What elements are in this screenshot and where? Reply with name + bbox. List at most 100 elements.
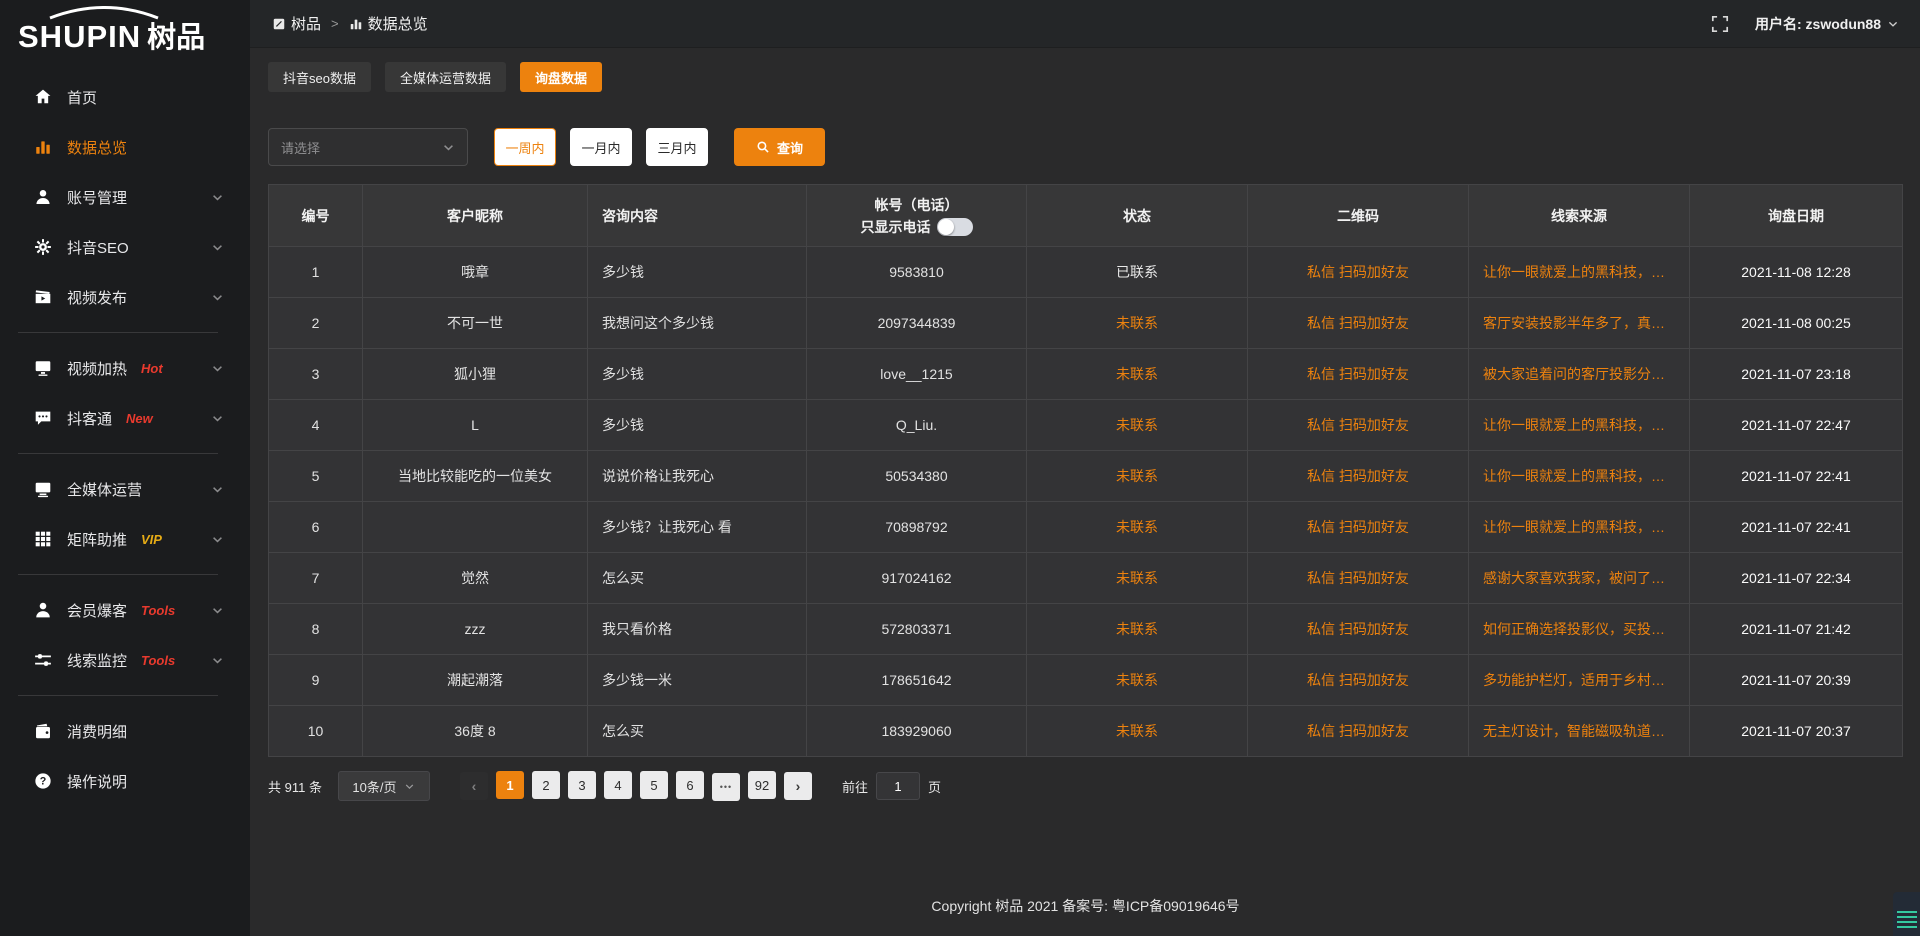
account-phone: 917024162 bbox=[807, 553, 1027, 604]
qr-action[interactable]: 私信 扫码加好友 bbox=[1248, 451, 1469, 502]
breadcrumb: 树品 > 数据总览 bbox=[272, 13, 428, 34]
tab-inquiry-data[interactable]: 询盘数据 bbox=[520, 62, 602, 92]
breadcrumb-current-label: 数据总览 bbox=[368, 13, 428, 34]
sidebar-item-label: 视频加热 bbox=[67, 358, 127, 379]
page-button-3[interactable]: 3 bbox=[568, 771, 596, 799]
breadcrumb-root[interactable]: 树品 bbox=[272, 13, 321, 34]
sidebar-nav: 首页数据总览账号管理抖音SEO 视频发布视频加热Hot抖客通New 全媒体运营矩阵助… bbox=[0, 62, 250, 806]
lead-source[interactable]: 多功能护栏灯，适用于乡村文... bbox=[1469, 655, 1690, 706]
qr-action[interactable]: 私信 扫码加好友 bbox=[1248, 349, 1469, 400]
sidebar-item-video-publish[interactable]: 视频发布 bbox=[0, 272, 250, 322]
filter-select[interactable]: 请选择 bbox=[268, 128, 468, 166]
page-ellipsis[interactable]: ••• bbox=[712, 773, 740, 801]
sidebar-item-matrix-boost[interactable]: 矩阵助推 VIP bbox=[0, 514, 250, 564]
table-row: 5当地比较能吃的一位美女说说价格让我死心50534380未联系私信 扫码加好友让… bbox=[269, 451, 1903, 502]
page-button-92[interactable]: 92 bbox=[748, 771, 776, 799]
table-body: 1哦章多少钱9583810已联系私信 扫码加好友让你一眼就爱上的黑科技，能...… bbox=[269, 247, 1903, 757]
sidebar-item-lead-monitor[interactable]: 线索监控Tools bbox=[0, 635, 250, 685]
customer-nickname: 当地比较能吃的一位美女 bbox=[363, 451, 588, 502]
chevron-down-icon bbox=[211, 483, 224, 496]
jump-page-input[interactable] bbox=[876, 772, 920, 800]
contact-status: 已联系 bbox=[1027, 247, 1248, 298]
period-button-2[interactable]: 三月内 bbox=[646, 128, 708, 166]
sidebar-item-label: 消费明细 bbox=[67, 721, 127, 742]
qr-action[interactable]: 私信 扫码加好友 bbox=[1248, 655, 1469, 706]
copyright-text: Copyright 树品 2021 备案号: 粤ICP备09019646号 bbox=[931, 898, 1239, 914]
inquiry-date: 2021-11-07 22:41 bbox=[1690, 451, 1903, 502]
sidebar-item-doukertong[interactable]: 抖客通New bbox=[0, 393, 250, 443]
page-button-2[interactable]: 2 bbox=[532, 771, 560, 799]
sidebar-item-media-operation[interactable]: 全媒体运营 bbox=[0, 464, 250, 514]
tab-media-operation-data[interactable]: 全媒体运营数据 bbox=[385, 62, 506, 92]
lead-source[interactable]: 客厅安装投影半年多了，真实... bbox=[1469, 298, 1690, 349]
tab-douyin-seo-data[interactable]: 抖音seo数据 bbox=[268, 62, 371, 92]
lead-source[interactable]: 让你一眼就爱上的黑科技，能... bbox=[1469, 502, 1690, 553]
lead-source[interactable]: 如何正确选择投影仪，买投影... bbox=[1469, 604, 1690, 655]
sidebar-item-operation-guide[interactable]: ?操作说明 bbox=[0, 756, 250, 806]
user-menu[interactable]: 用户名: zswodun88 bbox=[1755, 14, 1899, 34]
member-icon bbox=[34, 601, 52, 619]
customer-nickname: 潮起潮落 bbox=[363, 655, 588, 706]
chevron-down-icon bbox=[211, 654, 224, 667]
sidebar-item-video-heating[interactable]: 视频加热Hot bbox=[0, 343, 250, 393]
phone-only-toggle[interactable] bbox=[937, 218, 973, 236]
lead-source[interactable]: 让你一眼就爱上的黑科技，能... bbox=[1469, 400, 1690, 451]
sidebar-item-label: 矩阵助推 bbox=[67, 529, 127, 550]
filter-select-placeholder: 请选择 bbox=[281, 138, 320, 157]
sidebar-item-consume-detail[interactable]: 消费明细 bbox=[0, 706, 250, 756]
qr-action[interactable]: 私信 扫码加好友 bbox=[1248, 502, 1469, 553]
sidebar-item-data-overview[interactable]: 数据总览 bbox=[0, 122, 250, 172]
breadcrumb-separator: > bbox=[331, 16, 339, 31]
sidebar-item-badge: Tools bbox=[141, 653, 175, 668]
period-button-0[interactable]: 一周内 bbox=[494, 128, 556, 166]
account-phone: 2097344839 bbox=[807, 298, 1027, 349]
page-button-5[interactable]: 5 bbox=[640, 771, 668, 799]
sidebar-item-badge: VIP bbox=[141, 532, 162, 547]
corner-chat-widget[interactable] bbox=[1893, 892, 1920, 936]
qr-action[interactable]: 私信 扫码加好友 bbox=[1248, 400, 1469, 451]
qr-action[interactable]: 私信 扫码加好友 bbox=[1248, 553, 1469, 604]
page-size-select[interactable]: 10条/页 bbox=[338, 771, 430, 801]
sidebar-item-home[interactable]: 首页 bbox=[0, 72, 250, 122]
next-page-button[interactable]: › bbox=[784, 772, 812, 800]
lead-source[interactable]: 无主灯设计，智能磁吸轨道灯... bbox=[1469, 706, 1690, 757]
qr-action[interactable]: 私信 扫码加好友 bbox=[1248, 706, 1469, 757]
svg-text:?: ? bbox=[40, 776, 47, 788]
inquiry-date: 2021-11-08 00:25 bbox=[1690, 298, 1903, 349]
page-button-4[interactable]: 4 bbox=[604, 771, 632, 799]
period-button-1[interactable]: 一月内 bbox=[570, 128, 632, 166]
sidebar-item-douyin-seo[interactable]: 抖音SEO bbox=[0, 222, 250, 272]
sidebar-item-label: 会员爆客 bbox=[67, 600, 127, 621]
account-phone: 572803371 bbox=[807, 604, 1027, 655]
sidebar-item-member-baoke[interactable]: 会员爆客Tools bbox=[0, 585, 250, 635]
qr-action[interactable]: 私信 扫码加好友 bbox=[1248, 247, 1469, 298]
customer-nickname: 狐小狸 bbox=[363, 349, 588, 400]
sidebar-item-label: 抖音SEO bbox=[67, 237, 129, 258]
qr-action[interactable]: 私信 扫码加好友 bbox=[1248, 604, 1469, 655]
table-row: 9潮起潮落多少钱一米178651642未联系私信 扫码加好友多功能护栏灯，适用于… bbox=[269, 655, 1903, 706]
gear-icon bbox=[34, 238, 52, 256]
fullscreen-icon[interactable] bbox=[1711, 15, 1729, 33]
table-row: 4L多少钱Q_Liu.未联系私信 扫码加好友让你一眼就爱上的黑科技，能...20… bbox=[269, 400, 1903, 451]
video-publish-icon bbox=[34, 288, 52, 306]
inquiry-date: 2021-11-07 22:47 bbox=[1690, 400, 1903, 451]
row-no: 8 bbox=[269, 604, 363, 655]
lead-source[interactable]: 让你一眼就爱上的黑科技，能... bbox=[1469, 247, 1690, 298]
lead-source[interactable]: 感谢大家喜欢我家，被问了好... bbox=[1469, 553, 1690, 604]
sidebar-item-label: 抖客通 bbox=[67, 408, 112, 429]
app-logo: SHUPIN树品 bbox=[0, 0, 250, 62]
sidebar-item-label: 账号管理 bbox=[67, 187, 127, 208]
lead-source[interactable]: 让你一眼就爱上的黑科技，能... bbox=[1469, 451, 1690, 502]
page-button-6[interactable]: 6 bbox=[676, 771, 704, 799]
page-button-1[interactable]: 1 bbox=[496, 771, 524, 799]
sidebar-divider bbox=[18, 695, 218, 696]
prev-page-button[interactable]: ‹ bbox=[460, 772, 488, 800]
page-list: 123456 ••• 92 bbox=[492, 771, 780, 801]
sidebar-item-label: 全媒体运营 bbox=[67, 479, 142, 500]
lead-source[interactable]: 被大家追着问的客厅投影分享... bbox=[1469, 349, 1690, 400]
breadcrumb-current[interactable]: 数据总览 bbox=[349, 13, 428, 34]
search-button[interactable]: 查询 bbox=[734, 128, 825, 166]
qr-action[interactable]: 私信 扫码加好友 bbox=[1248, 298, 1469, 349]
sidebar-item-account-manage[interactable]: 账号管理 bbox=[0, 172, 250, 222]
logo-arc bbox=[44, 6, 164, 20]
